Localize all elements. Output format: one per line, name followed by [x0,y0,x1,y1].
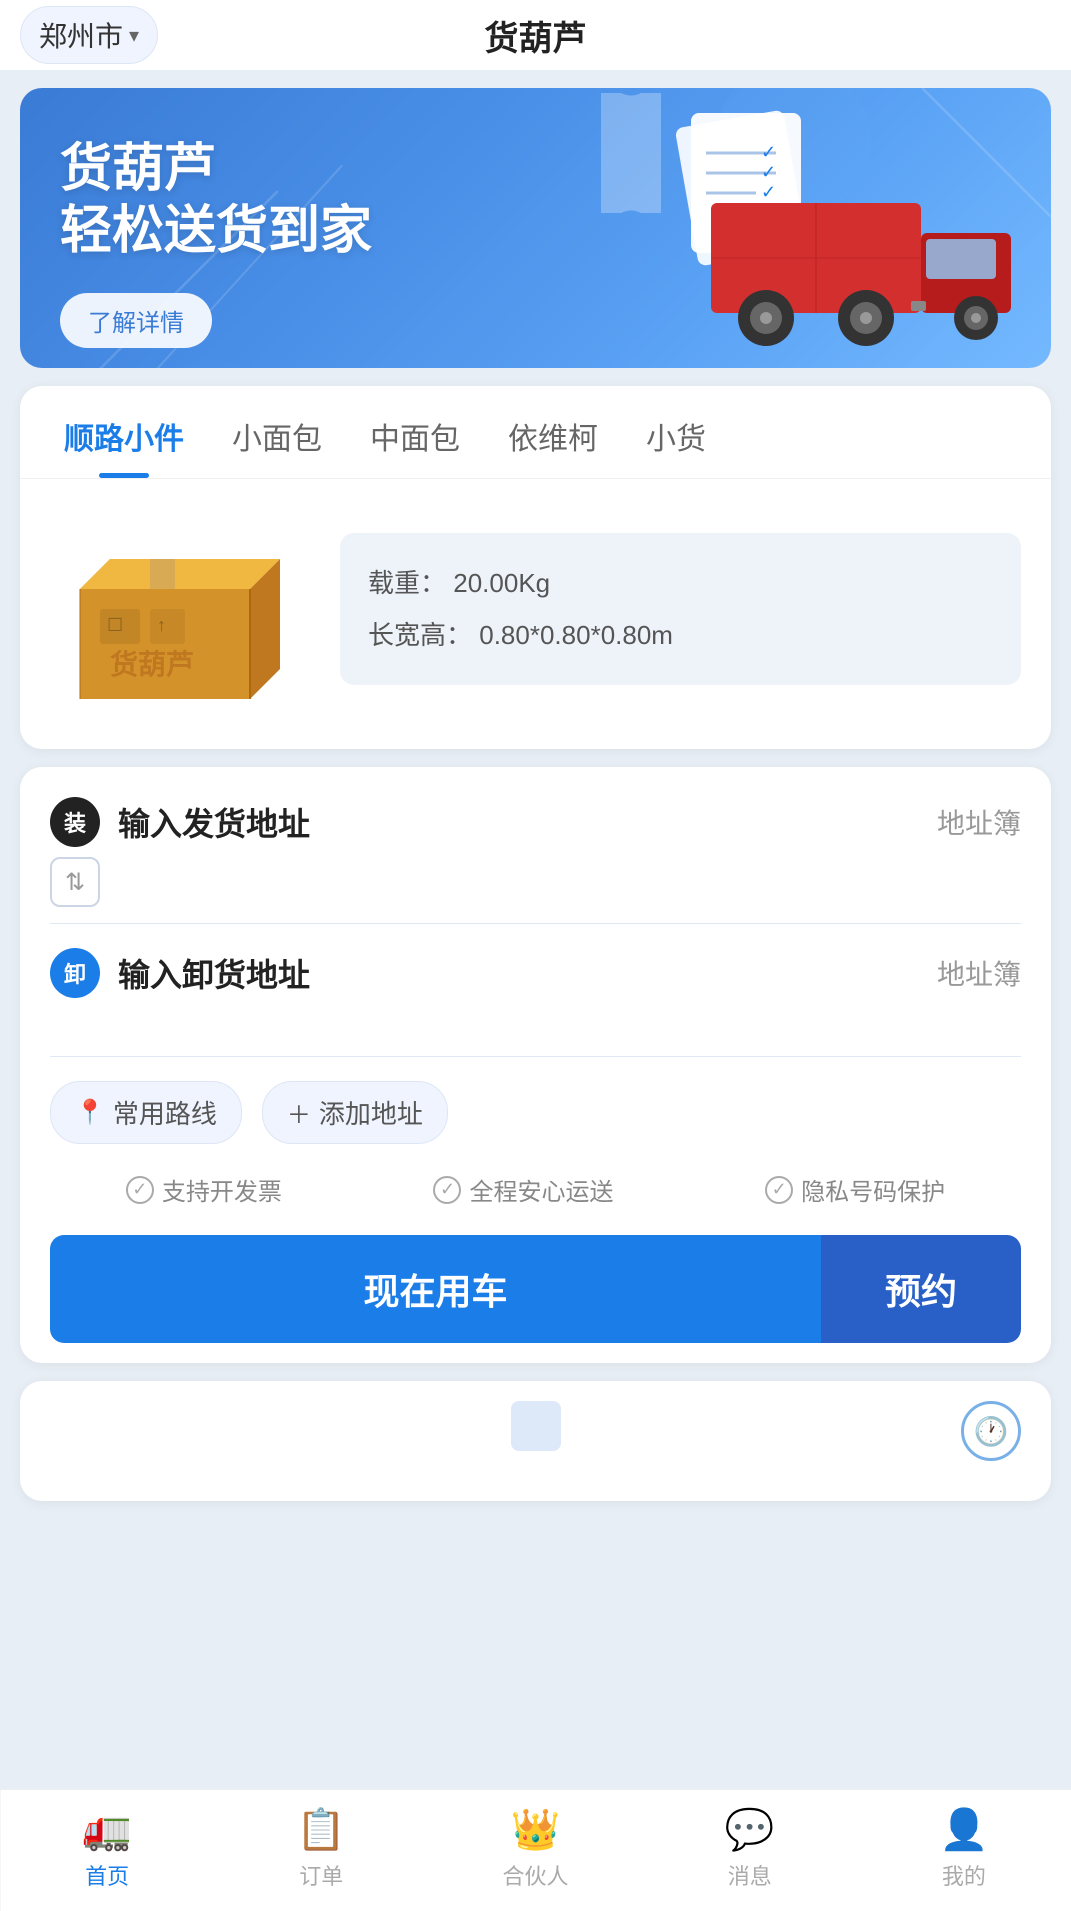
location-icon: 📍 [75,1098,105,1127]
banner-detail-button[interactable]: 了解详情 [60,293,212,348]
city-name: 郑州市 [39,15,123,55]
truck-illustration [711,163,1031,353]
frequent-route-button[interactable]: 📍 常用路线 [50,1081,242,1144]
tab-zhongmianbao[interactable]: 中面包 [346,386,484,478]
weight-value: 20.00Kg [453,568,550,598]
quick-buttons: 📍 常用路线 ＋ 添加地址 [50,1081,1021,1144]
invoice-check-icon: ✓ [126,1176,154,1204]
app-title: 货葫芦 [485,11,587,60]
orders-icon: 📋 [296,1806,346,1853]
tab-yiweike[interactable]: 依维柯 [484,386,622,478]
privacy-check-icon: ✓ [765,1176,793,1204]
banner: 货葫芦 轻松送货到家 了解详情 ✓ ✓ ✓ [20,88,1051,368]
unload-badge: 卸 [50,948,100,998]
profile-label: 我的 [942,1859,986,1891]
tab-xiaomianbao[interactable]: 小面包 [208,386,346,478]
nav-orders[interactable]: 📋 订单 [214,1806,428,1891]
messages-label: 消息 [728,1859,772,1891]
size-row: 长宽高： 0.80*0.80*0.80m [368,609,993,661]
package-details: 载重： 20.00Kg 长宽高： 0.80*0.80*0.80m [340,533,1021,685]
banner-text: 货葫芦 轻松送货到家 了解详情 [60,138,372,348]
nav-partner[interactable]: 👑 合伙人 [428,1806,642,1891]
load-address-row: 装 输入发货地址 地址簿 [50,797,1021,847]
nav-home[interactable]: 🚛 首页 [0,1806,214,1891]
unload-address-label: 输入卸货地址 [118,950,937,996]
add-address-label: 添加地址 [319,1094,423,1131]
swap-icon[interactable]: ⇅ [50,857,100,907]
frequent-route-label: 常用路线 [113,1094,217,1131]
bottom-preview-card: 🕐 [20,1381,1051,1501]
unload-address-input[interactable] [118,1008,1021,1040]
svg-text:↑: ↑ [157,615,166,635]
home-label: 首页 [85,1859,129,1891]
weight-row: 载重： 20.00Kg [368,557,993,609]
load-input-row: ⇅ [50,857,1021,924]
banner-line1: 货葫芦 轻松送货到家 [60,138,372,263]
orders-label: 订单 [299,1859,343,1891]
add-address-button[interactable]: ＋ 添加地址 [262,1081,448,1144]
nav-profile[interactable]: 👤 我的 [857,1806,1071,1891]
svg-text:货葫芦: 货葫芦 [110,648,194,680]
reserve-button[interactable]: 预约 [821,1235,1021,1343]
invoice-label: 支持开发票 [162,1172,282,1207]
partner-icon: 👑 [511,1806,561,1853]
feature-tags: ✓ 支持开发票 ✓ 全程安心运送 ✓ 隐私号码保护 [50,1172,1021,1207]
safe-check-icon: ✓ [433,1176,461,1204]
feature-safe: ✓ 全程安心运送 [433,1172,613,1207]
profile-icon: 👤 [939,1806,989,1853]
plus-icon: ＋ [287,1095,311,1130]
address-card: 装 输入发货地址 地址簿 ⇅ 卸 输入卸货地址 地址簿 📍 常用路线 ＋ 添加地… [20,767,1051,1363]
use-now-button[interactable]: 现在用车 [50,1235,821,1343]
tab-shunlu[interactable]: 顺路小件 [40,386,208,478]
package-card: 顺路小件 小面包 中面包 依维柯 小货 [20,386,1051,749]
city-selector[interactable]: 郑州市 ▾ [20,6,158,64]
nav-messages[interactable]: 💬 消息 [643,1806,857,1891]
load-address-input[interactable] [118,866,1021,898]
vehicle-tabs: 顺路小件 小面包 中面包 依维柯 小货 [20,386,1051,479]
unload-address-row: 卸 输入卸货地址 地址簿 [50,948,1021,998]
package-image: ☐ ↑ 货葫芦 [50,509,310,709]
messages-icon: 💬 [725,1806,775,1853]
svg-text:✓: ✓ [761,142,776,162]
privacy-label: 隐私号码保护 [801,1172,945,1207]
unload-address-book-btn[interactable]: 地址簿 [937,953,1021,993]
home-icon: 🚛 [82,1806,132,1853]
load-address-label: 输入发货地址 [118,799,937,845]
weight-label: 载重： [368,568,446,598]
load-badge: 装 [50,797,100,847]
tab-xiaohuo[interactable]: 小货 [622,386,730,478]
package-info: ☐ ↑ 货葫芦 载重： 20.00Kg 长宽高： 0.80*0.80*0.80m [20,479,1051,749]
feature-privacy: ✓ 隐私号码保护 [765,1172,945,1207]
unload-input-row [50,1008,1021,1057]
feature-invoice: ✓ 支持开发票 [126,1172,282,1207]
preview-square [511,1401,561,1451]
header: 郑州市 ▾ 货葫芦 [0,0,1071,70]
load-address-book-btn[interactable]: 地址簿 [937,802,1021,842]
preview-clock-icon: 🕐 [961,1401,1021,1461]
action-buttons: 现在用车 预约 [50,1235,1021,1343]
size-label: 长宽高： [368,620,472,650]
svg-text:☐: ☐ [107,615,123,635]
partner-label: 合伙人 [503,1859,569,1891]
city-arrow-icon: ▾ [129,23,139,48]
safe-label: 全程安心运送 [469,1172,613,1207]
paper-decoration [591,93,691,213]
bottom-navigation: 🚛 首页 📋 订单 👑 合伙人 💬 消息 👤 我的 [0,1789,1071,1911]
size-value: 0.80*0.80*0.80m [479,620,673,650]
